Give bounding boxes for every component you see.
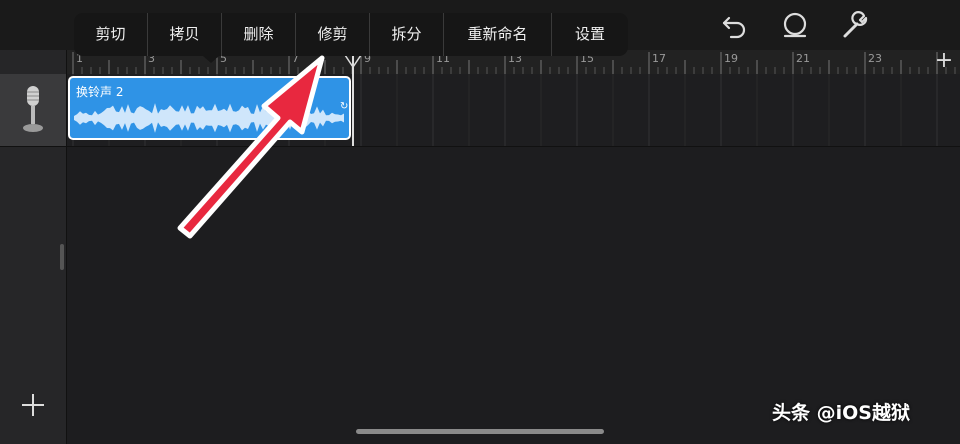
home-indicator — [356, 429, 604, 434]
add-track-icon[interactable] — [20, 392, 46, 418]
wrench-icon[interactable] — [840, 10, 870, 40]
ruler-number: 19 — [724, 52, 738, 65]
loop-icon[interactable] — [780, 10, 810, 40]
menu-settings[interactable]: 设置 — [552, 13, 628, 56]
watermark: 头条 @iOS越狱 — [772, 402, 910, 424]
ruler-number: 17 — [652, 52, 666, 65]
menu-rename[interactable]: 重新命名 — [444, 13, 552, 56]
ruler-number: 21 — [796, 52, 810, 65]
undo-icon[interactable] — [720, 10, 750, 40]
microphone-icon[interactable] — [19, 84, 47, 136]
menu-split[interactable]: 拆分 — [370, 13, 444, 56]
panel-resize-handle[interactable] — [60, 244, 64, 270]
add-section-button[interactable]: + — [932, 50, 956, 74]
menu-cut[interactable]: 剪切 — [74, 13, 148, 56]
ruler-number: 23 — [868, 52, 882, 65]
annotation-arrow-icon — [177, 55, 325, 239]
region-label: 换铃声 2 — [76, 85, 124, 99]
